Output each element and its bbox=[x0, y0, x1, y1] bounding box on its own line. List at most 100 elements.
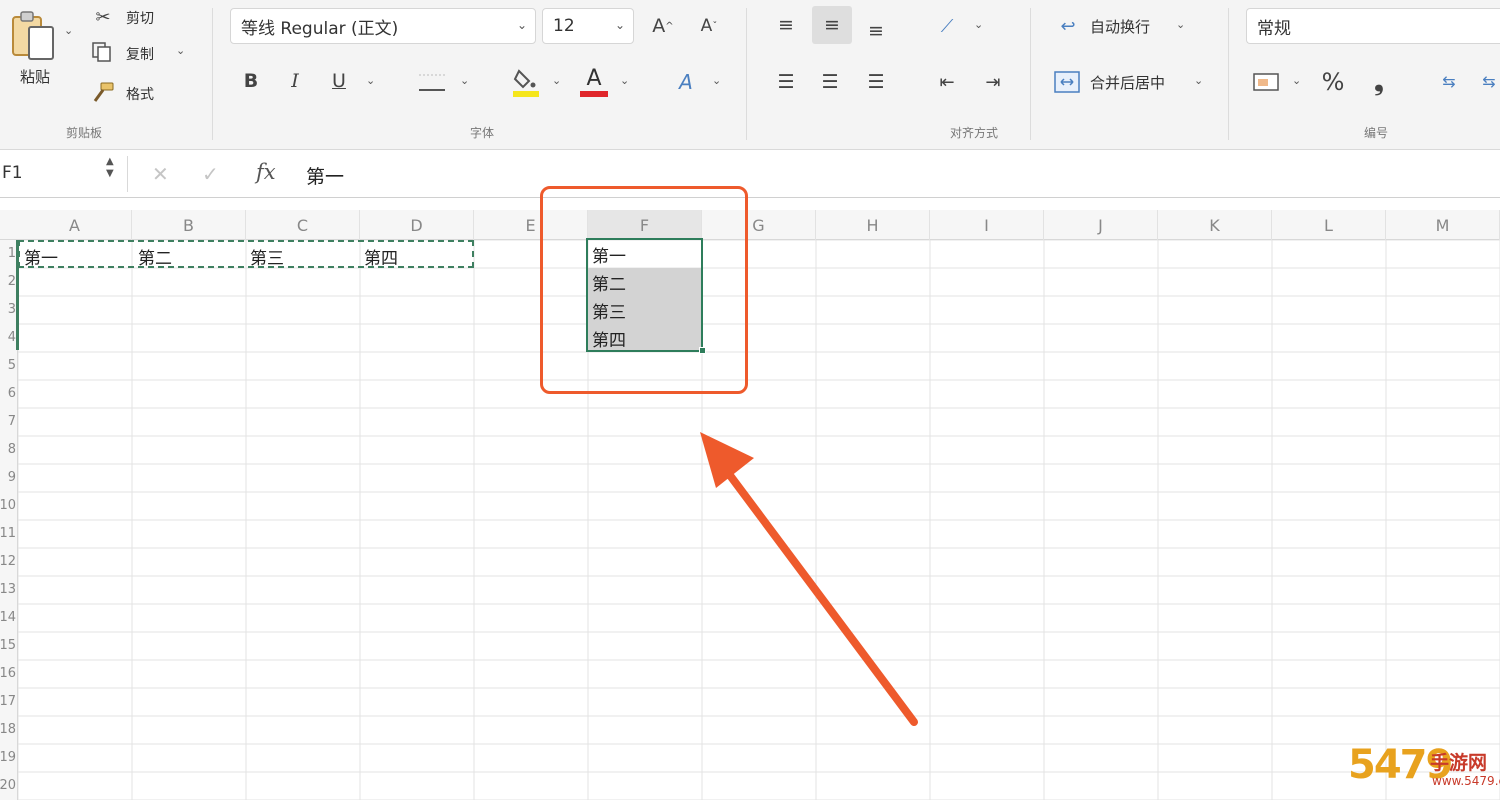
alignment-group-label: 对齐方式 bbox=[950, 126, 999, 140]
row-header-17[interactable]: 17 bbox=[0, 694, 16, 709]
column-header-d[interactable]: D bbox=[360, 210, 474, 240]
copy-dropdown-icon[interactable]: ⌄ bbox=[176, 44, 185, 57]
fill-color-dropdown-icon[interactable]: ⌄ bbox=[552, 74, 561, 87]
cell-c1[interactable]: 第三 bbox=[250, 244, 284, 269]
paste-icon[interactable] bbox=[8, 8, 60, 64]
align-right-icon[interactable]: ☰ bbox=[858, 66, 894, 98]
name-box-stepper-icon[interactable]: ▲ ▼ bbox=[106, 156, 114, 180]
underline-dropdown-icon[interactable]: ⌄ bbox=[366, 74, 375, 87]
insert-function-icon[interactable]: fx bbox=[256, 160, 276, 184]
cut-icon[interactable]: ✂ bbox=[92, 6, 114, 28]
row-header-13[interactable]: 13 bbox=[0, 582, 16, 597]
watermark-name: 手游网 bbox=[1430, 752, 1488, 774]
phonetic-dropdown-icon[interactable]: ⌄ bbox=[712, 74, 721, 87]
format-painter-icon[interactable] bbox=[90, 80, 116, 104]
column-header-a[interactable]: A bbox=[18, 210, 132, 240]
row-header-6[interactable]: 6 bbox=[0, 386, 16, 401]
phonetic-icon[interactable]: A bbox=[668, 66, 704, 98]
italic-button[interactable]: I bbox=[282, 66, 308, 96]
column-header-l[interactable]: L bbox=[1272, 210, 1386, 240]
increase-font-size-icon[interactable]: A ^ bbox=[648, 12, 678, 40]
separator bbox=[746, 8, 747, 140]
ribbon: ⌄ 粘贴 ✂ 剪切 复制 ⌄ 格式 剪贴板 等线 Regular (正文) ⌄ … bbox=[0, 0, 1500, 150]
column-header-k[interactable]: K bbox=[1158, 210, 1272, 240]
number-format-select[interactable]: 常规 bbox=[1246, 8, 1500, 44]
row-header-12[interactable]: 12 bbox=[0, 554, 16, 569]
row-header-11[interactable]: 11 bbox=[0, 526, 16, 541]
align-top-icon[interactable]: ≡ bbox=[768, 8, 804, 42]
cancel-icon[interactable]: ✕ bbox=[152, 162, 169, 186]
cell-b1[interactable]: 第二 bbox=[138, 244, 172, 269]
row-header-4[interactable]: 4 bbox=[0, 330, 16, 345]
wrap-text-icon[interactable]: ↩ bbox=[1054, 12, 1082, 40]
row-header-15[interactable]: 15 bbox=[0, 638, 16, 653]
copy-icon[interactable] bbox=[90, 40, 114, 64]
column-header-i[interactable]: I bbox=[930, 210, 1044, 240]
align-left-icon[interactable]: ☰ bbox=[768, 66, 804, 98]
column-header-c[interactable]: C bbox=[246, 210, 360, 240]
bold-button[interactable]: B bbox=[238, 66, 264, 96]
row-header-3[interactable]: 3 bbox=[0, 302, 16, 317]
align-middle-icon[interactable]: ≡ bbox=[812, 6, 852, 44]
paste-dropdown-icon[interactable]: ⌄ bbox=[64, 24, 73, 37]
align-center-icon[interactable]: ☰ bbox=[812, 66, 848, 98]
accounting-dropdown-icon[interactable]: ⌄ bbox=[1292, 74, 1301, 87]
format-painter-label[interactable]: 格式 bbox=[126, 84, 154, 104]
chevron-down-icon: ⌄ bbox=[516, 18, 527, 32]
enter-icon[interactable]: ✓ bbox=[202, 162, 219, 186]
merge-center-label[interactable]: 合并后居中 bbox=[1090, 72, 1165, 93]
border-dropdown-icon[interactable]: ⌄ bbox=[460, 74, 469, 87]
accounting-format-icon[interactable] bbox=[1250, 68, 1284, 96]
font-color-dropdown-icon[interactable]: ⌄ bbox=[620, 74, 629, 87]
number-format-value: 常规 bbox=[1257, 18, 1291, 39]
row-header-19[interactable]: 19 bbox=[0, 750, 16, 765]
orientation-dropdown-icon[interactable]: ⌄ bbox=[974, 18, 983, 31]
column-header-m[interactable]: M bbox=[1386, 210, 1500, 240]
row-header-14[interactable]: 14 bbox=[0, 610, 16, 625]
orientation-icon[interactable]: ⟋ bbox=[932, 14, 962, 38]
wrap-text-label[interactable]: 自动换行 bbox=[1090, 16, 1150, 37]
row-header-9[interactable]: 9 bbox=[0, 470, 16, 485]
wrap-text-dropdown-icon[interactable]: ⌄ bbox=[1176, 18, 1185, 31]
percent-style-button[interactable]: % bbox=[1316, 66, 1350, 98]
font-size-select[interactable]: 12 ⌄ bbox=[542, 8, 634, 44]
separator bbox=[1030, 8, 1031, 140]
decrease-indent-icon[interactable]: ⇤ bbox=[932, 68, 962, 96]
paste-label[interactable]: 粘贴 bbox=[20, 66, 50, 87]
merge-center-icon[interactable] bbox=[1052, 68, 1082, 96]
row-header-1[interactable]: 1 bbox=[0, 246, 16, 261]
copy-label[interactable]: 复制 bbox=[126, 44, 154, 64]
separator bbox=[212, 8, 213, 140]
column-header-j[interactable]: J bbox=[1044, 210, 1158, 240]
decrease-font-size-icon[interactable]: Aˇ bbox=[694, 12, 724, 40]
cell-a1[interactable]: 第一 bbox=[24, 244, 58, 269]
increase-decimal-icon[interactable]: ⇆ bbox=[1434, 66, 1464, 96]
underline-button[interactable]: U bbox=[326, 66, 352, 96]
increase-indent-icon[interactable]: ⇥ bbox=[978, 68, 1008, 96]
row-header-20[interactable]: 20 bbox=[0, 778, 16, 793]
align-bottom-icon[interactable]: ≡ bbox=[858, 14, 894, 48]
border-icon[interactable] bbox=[416, 70, 448, 94]
column-header-h[interactable]: H bbox=[816, 210, 930, 240]
row-header-18[interactable]: 18 bbox=[0, 722, 16, 737]
font-family-value: 等线 Regular (正文) bbox=[241, 18, 399, 39]
fill-color-icon[interactable] bbox=[510, 64, 542, 100]
row-header-16[interactable]: 16 bbox=[0, 666, 16, 681]
row-header-10[interactable]: 10 bbox=[0, 498, 16, 513]
row-header-5[interactable]: 5 bbox=[0, 358, 16, 373]
cell-d1[interactable]: 第四 bbox=[364, 244, 398, 269]
formula-input[interactable]: 第一 bbox=[306, 162, 344, 189]
spreadsheet-grid[interactable]: ABCDEFGHIJKLM 1 2 3 4 5 6 7 8 9 10 11 12 13 14 15 16 17 1… bbox=[0, 198, 1500, 800]
font-group-label: 字体 bbox=[470, 126, 495, 140]
row-header-7[interactable]: 7 bbox=[0, 414, 16, 429]
watermark-domain: www.5479.com.cn bbox=[1432, 774, 1500, 788]
font-family-select[interactable]: 等线 Regular (正文) ⌄ bbox=[230, 8, 536, 44]
column-header-b[interactable]: B bbox=[132, 210, 246, 240]
row-header-8[interactable]: 8 bbox=[0, 442, 16, 457]
merge-center-dropdown-icon[interactable]: ⌄ bbox=[1194, 74, 1203, 87]
row-header-2[interactable]: 2 bbox=[0, 274, 16, 289]
font-color-icon[interactable]: A bbox=[578, 64, 610, 100]
comma-style-button[interactable]: ❟ bbox=[1364, 66, 1394, 98]
decrease-decimal-icon[interactable]: ⇆ bbox=[1478, 66, 1500, 96]
cut-label[interactable]: 剪切 bbox=[126, 8, 154, 28]
